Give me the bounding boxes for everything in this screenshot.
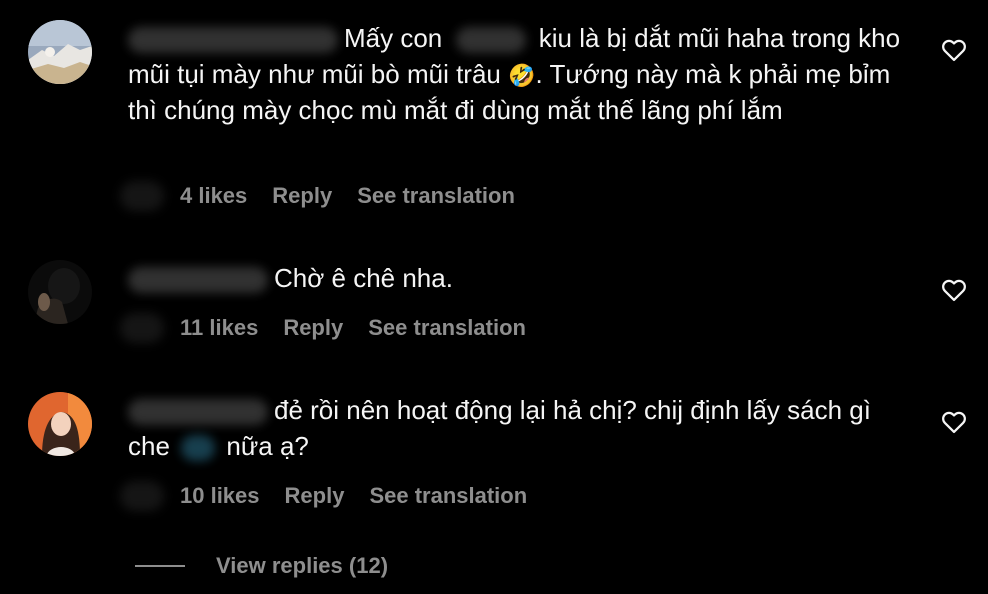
heart-outline-icon[interactable] (940, 36, 968, 64)
view-replies-label: View replies (12) (216, 553, 389, 578)
divider-line (135, 565, 185, 567)
redacted-username (128, 27, 338, 54)
likes-count[interactable]: 10 likes (180, 483, 260, 509)
redacted-word (181, 435, 216, 462)
rofl-emoji: 🤣 (508, 63, 536, 88)
see-translation-button[interactable]: See translation (368, 315, 526, 341)
redacted-username (128, 267, 268, 294)
redacted-username (128, 399, 268, 426)
see-translation-button[interactable]: See translation (357, 183, 515, 209)
heart-outline-icon[interactable] (940, 408, 968, 436)
redacted-word (455, 27, 526, 54)
avatar[interactable] (28, 260, 92, 324)
heart-outline-icon[interactable] (940, 276, 968, 304)
comment-text-part-2: nữa ạ? (226, 431, 309, 461)
reply-button[interactable]: Reply (283, 315, 343, 341)
comment-text-part-1: Mấy con (344, 23, 443, 53)
see-translation-button[interactable]: See translation (369, 483, 527, 509)
comment-text: Mấy con kiu là bị dắt mũi haha trong kho… (128, 20, 908, 128)
comment-text: đẻ rồi nên hoạt động lại hả chị? chij đị… (128, 392, 908, 464)
likes-count[interactable]: 4 likes (180, 183, 247, 209)
comment-actions: 4 likes Reply See translation (120, 178, 540, 214)
redacted-avatar-stack (120, 313, 164, 343)
reply-button[interactable]: Reply (272, 183, 332, 209)
view-replies-button[interactable]: View replies (12) (135, 549, 388, 583)
likes-count[interactable]: 11 likes (180, 315, 258, 341)
comment-text-body: Chờ ê chê nha. (274, 263, 453, 293)
avatar[interactable] (28, 20, 92, 84)
comment-actions: 10 likes Reply See translation (120, 478, 552, 514)
reply-button[interactable]: Reply (285, 483, 345, 509)
redacted-avatar-stack (120, 481, 164, 511)
redacted-avatar-stack (120, 181, 164, 211)
comment-actions: 11 likes Reply See translation (120, 310, 551, 346)
comment-text: Chờ ê chê nha. (128, 260, 908, 296)
avatar[interactable] (28, 392, 92, 456)
